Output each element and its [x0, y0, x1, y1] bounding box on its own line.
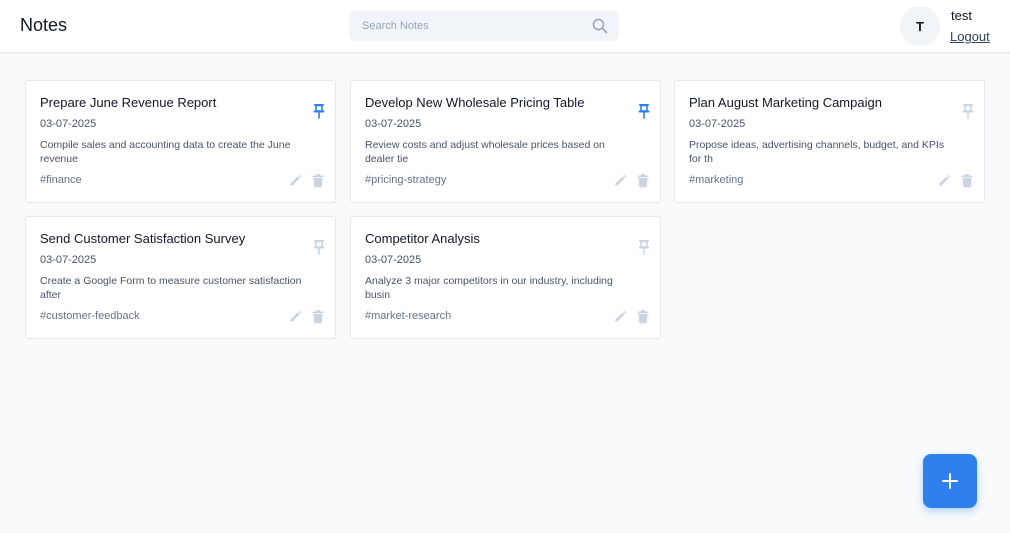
note-tag: #pricing-strategy [365, 174, 447, 186]
pin-icon[interactable] [961, 103, 975, 119]
add-note-button[interactable] [923, 454, 977, 508]
search-input[interactable] [349, 11, 579, 41]
pin-icon[interactable] [637, 239, 651, 255]
plus-icon [942, 473, 958, 489]
pin-icon[interactable] [637, 103, 651, 119]
trash-icon[interactable] [637, 174, 649, 188]
note-tag: #marketing [689, 174, 744, 186]
note-date: 03-07-2025 [689, 118, 746, 130]
search-icon[interactable] [592, 18, 608, 34]
trash-icon[interactable] [312, 310, 324, 324]
note-card[interactable]: Competitor Analysis 03-07-2025 Analyze 3… [350, 216, 661, 339]
trash-icon[interactable] [637, 310, 649, 324]
note-tag: #finance [40, 174, 82, 186]
note-card[interactable]: Develop New Wholesale Pricing Table 03-0… [350, 80, 661, 203]
note-date: 03-07-2025 [40, 254, 97, 266]
trash-icon[interactable] [312, 174, 324, 188]
note-date: 03-07-2025 [365, 118, 422, 130]
note-date: 03-07-2025 [40, 118, 97, 130]
note-tag: #customer-feedback [40, 310, 140, 322]
edit-icon[interactable] [613, 174, 627, 188]
note-title: Prepare June Revenue Report [40, 95, 217, 110]
note-card[interactable]: Send Customer Satisfaction Survey 03-07-… [25, 216, 336, 339]
username: test [951, 8, 972, 23]
note-content: Propose ideas, advertising channels, bud… [689, 139, 945, 165]
note-content: Analyze 3 major competitors in our indus… [365, 275, 613, 301]
pin-icon[interactable] [312, 103, 326, 119]
app-title: Notes [20, 15, 68, 35]
edit-icon[interactable] [288, 174, 302, 188]
note-content: Create a Google Form to measure customer… [40, 275, 302, 301]
note-title: Competitor Analysis [365, 231, 480, 246]
note-tag: #market-research [365, 310, 452, 322]
note-card[interactable]: Plan August Marketing Campaign 03-07-202… [674, 80, 985, 203]
note-content: Compile sales and accounting data to cre… [40, 139, 291, 165]
trash-icon[interactable] [961, 174, 973, 188]
search-bar [349, 11, 619, 41]
note-title: Develop New Wholesale Pricing Table [365, 95, 585, 110]
avatar[interactable]: T [900, 6, 940, 46]
note-title: Send Customer Satisfaction Survey [40, 231, 246, 246]
logout-button[interactable]: Logout [950, 29, 990, 44]
edit-icon[interactable] [613, 310, 627, 324]
edit-icon[interactable] [288, 310, 302, 324]
pin-icon[interactable] [312, 239, 326, 255]
note-content: Review costs and adjust wholesale prices… [365, 139, 605, 165]
top-navbar: Notes T test Logout [0, 0, 1010, 53]
edit-icon[interactable] [937, 174, 951, 188]
note-title: Plan August Marketing Campaign [689, 95, 882, 110]
note-card[interactable]: Prepare June Revenue Report 03-07-2025 C… [25, 80, 336, 203]
note-date: 03-07-2025 [365, 254, 422, 266]
